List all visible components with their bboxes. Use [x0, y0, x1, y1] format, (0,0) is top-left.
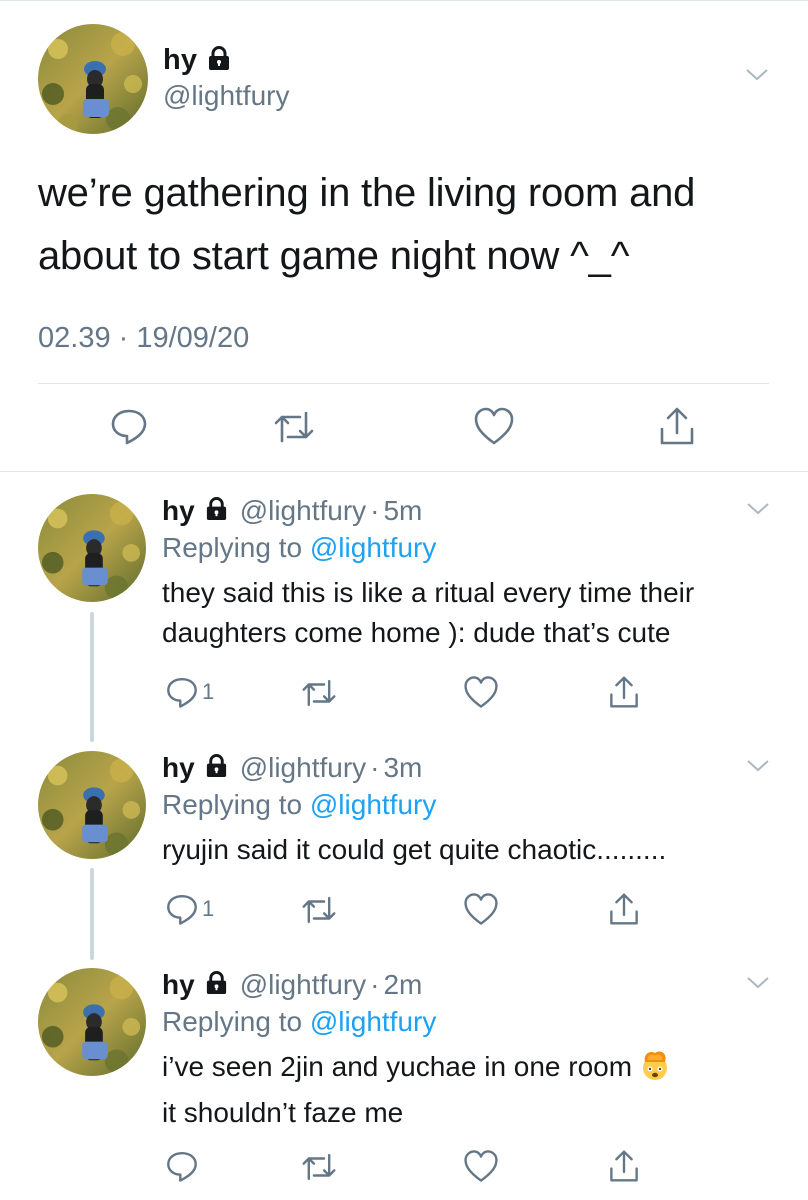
reply-text: ryujin said it could get quite chaotic..… [162, 834, 667, 865]
reply-count: 1 [202, 679, 215, 704]
reply-icon[interactable] [164, 1148, 200, 1184]
reply-icon [167, 894, 197, 925]
retweet-icon[interactable] [300, 676, 338, 710]
avatar[interactable] [38, 494, 146, 602]
avatar[interactable] [38, 24, 148, 134]
display-name[interactable]: hy [162, 495, 195, 527]
reply-tweet: hy @lightfury · 3m Replying to @lightfur… [0, 751, 808, 951]
lock-icon [204, 970, 229, 1000]
reply-text-line: i’ve seen 2jin and yuchae in one room [162, 1051, 633, 1082]
avatar[interactable] [38, 968, 146, 1076]
replying-to: Replying to @lightfury [162, 789, 436, 821]
reply-actions [0, 1148, 808, 1188]
lock-icon [204, 496, 229, 526]
tweet-actions [0, 405, 808, 451]
timestamp[interactable]: 5m [383, 495, 422, 527]
reply-text: i’ve seen 2jin and yuchae in one room it… [162, 1047, 782, 1133]
chevron-down-icon[interactable] [746, 502, 770, 516]
exploding-head-emoji [638, 1048, 672, 1093]
replying-prefix: Replying to [162, 532, 303, 563]
tweet-timestamp: 02.39 · 19/09/20 [38, 322, 250, 354]
mention-link[interactable]: @lightfury [310, 1006, 436, 1037]
like-icon[interactable] [462, 674, 500, 710]
reply-header: hy @lightfury · 5m [162, 494, 422, 528]
handle[interactable]: @lightfury [240, 969, 366, 1001]
share-icon[interactable] [608, 1148, 640, 1184]
reply-header: hy @lightfury · 3m [162, 751, 422, 785]
replying-prefix: Replying to [162, 1006, 303, 1037]
like-icon[interactable] [472, 405, 516, 447]
reply-button[interactable]: 1 [164, 891, 214, 927]
author-row: hy [163, 42, 232, 78]
reply-actions: 1 [0, 674, 808, 714]
lock-icon [206, 45, 232, 76]
chevron-down-icon[interactable] [746, 976, 770, 990]
share-icon[interactable] [608, 891, 640, 927]
section-divider [0, 471, 808, 472]
reply-icon [167, 677, 197, 708]
retweet-icon[interactable] [272, 407, 316, 447]
share-icon[interactable] [658, 405, 696, 447]
display-name[interactable]: hy [163, 44, 197, 77]
reply-actions: 1 [0, 891, 808, 931]
retweet-icon[interactable] [300, 1150, 338, 1184]
replying-prefix: Replying to [162, 789, 303, 820]
main-tweet: hy @lightfury we’re gathering in the liv… [0, 0, 808, 472]
reply-tweet: hy @lightfury · 5m Replying to @lightfur… [0, 494, 808, 724]
handle[interactable]: @lightfury [240, 495, 366, 527]
timestamp[interactable]: 3m [383, 752, 422, 784]
reply-tweet: hy @lightfury · 2m Replying to @lightfur… [0, 968, 808, 1200]
timestamp[interactable]: 2m [383, 969, 422, 1001]
reply-header: hy @lightfury · 2m [162, 968, 422, 1002]
tweet-text: we’re gathering in the living room and a… [38, 171, 696, 278]
avatar[interactable] [38, 751, 146, 859]
mention-link[interactable]: @lightfury [310, 532, 436, 563]
separator: · [370, 969, 380, 1000]
chevron-down-icon[interactable] [745, 68, 769, 82]
separator: · [370, 495, 380, 526]
reply-count: 1 [202, 896, 215, 921]
reply-text: they said this is like a ritual every ti… [162, 577, 695, 648]
replying-to: Replying to @lightfury [162, 532, 436, 564]
like-icon[interactable] [462, 891, 500, 927]
divider [38, 383, 769, 384]
mention-link[interactable]: @lightfury [310, 789, 436, 820]
reply-button[interactable]: 1 [164, 674, 214, 710]
reply-text-line: it shouldn’t faze me [162, 1097, 404, 1128]
share-icon[interactable] [608, 674, 640, 710]
replying-to: Replying to @lightfury [162, 1006, 436, 1038]
retweet-icon[interactable] [300, 893, 338, 927]
display-name[interactable]: hy [162, 752, 195, 784]
lock-icon [204, 753, 229, 783]
separator: · [370, 752, 380, 783]
reply-icon[interactable] [108, 405, 150, 447]
chevron-down-icon[interactable] [746, 759, 770, 773]
handle[interactable]: @lightfury [163, 80, 289, 112]
handle[interactable]: @lightfury [240, 752, 366, 784]
display-name[interactable]: hy [162, 969, 195, 1001]
like-icon[interactable] [462, 1148, 500, 1184]
